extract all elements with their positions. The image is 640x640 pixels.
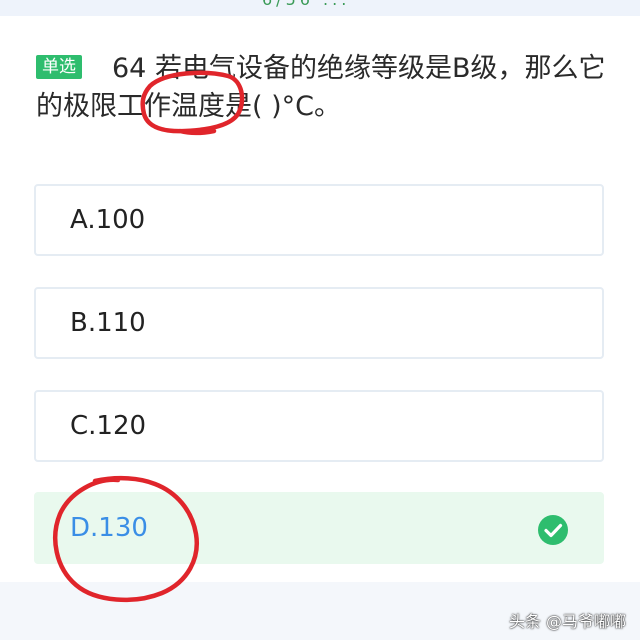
check-circle-icon	[538, 515, 568, 545]
option-b[interactable]: B.110	[34, 287, 604, 359]
question-number: 64	[112, 53, 147, 84]
watermark: 头条 @马爷嘟嘟	[508, 612, 626, 631]
question-type-badge: 单选	[36, 55, 82, 79]
question-block: 单选 64 若电气设备的绝缘等级是B级，那么它的极限工作温度是( )°C。	[36, 50, 626, 126]
top-bar-text: 6/56 ...	[262, 0, 350, 9]
option-c-label: C.120	[70, 411, 147, 441]
top-bar: 6/56 ...	[0, 0, 640, 16]
option-b-label: B.110	[70, 308, 146, 338]
option-d[interactable]: D.130	[34, 492, 604, 564]
option-c[interactable]: C.120	[34, 390, 604, 462]
quiz-screen: 6/56 ... 单选64 若电气设备的绝缘等级是B级，那么它的极限工作温度是(…	[0, 0, 640, 640]
option-d-label: D.130	[70, 513, 148, 543]
option-a-label: A.100	[70, 205, 146, 235]
option-a[interactable]: A.100	[34, 184, 604, 256]
